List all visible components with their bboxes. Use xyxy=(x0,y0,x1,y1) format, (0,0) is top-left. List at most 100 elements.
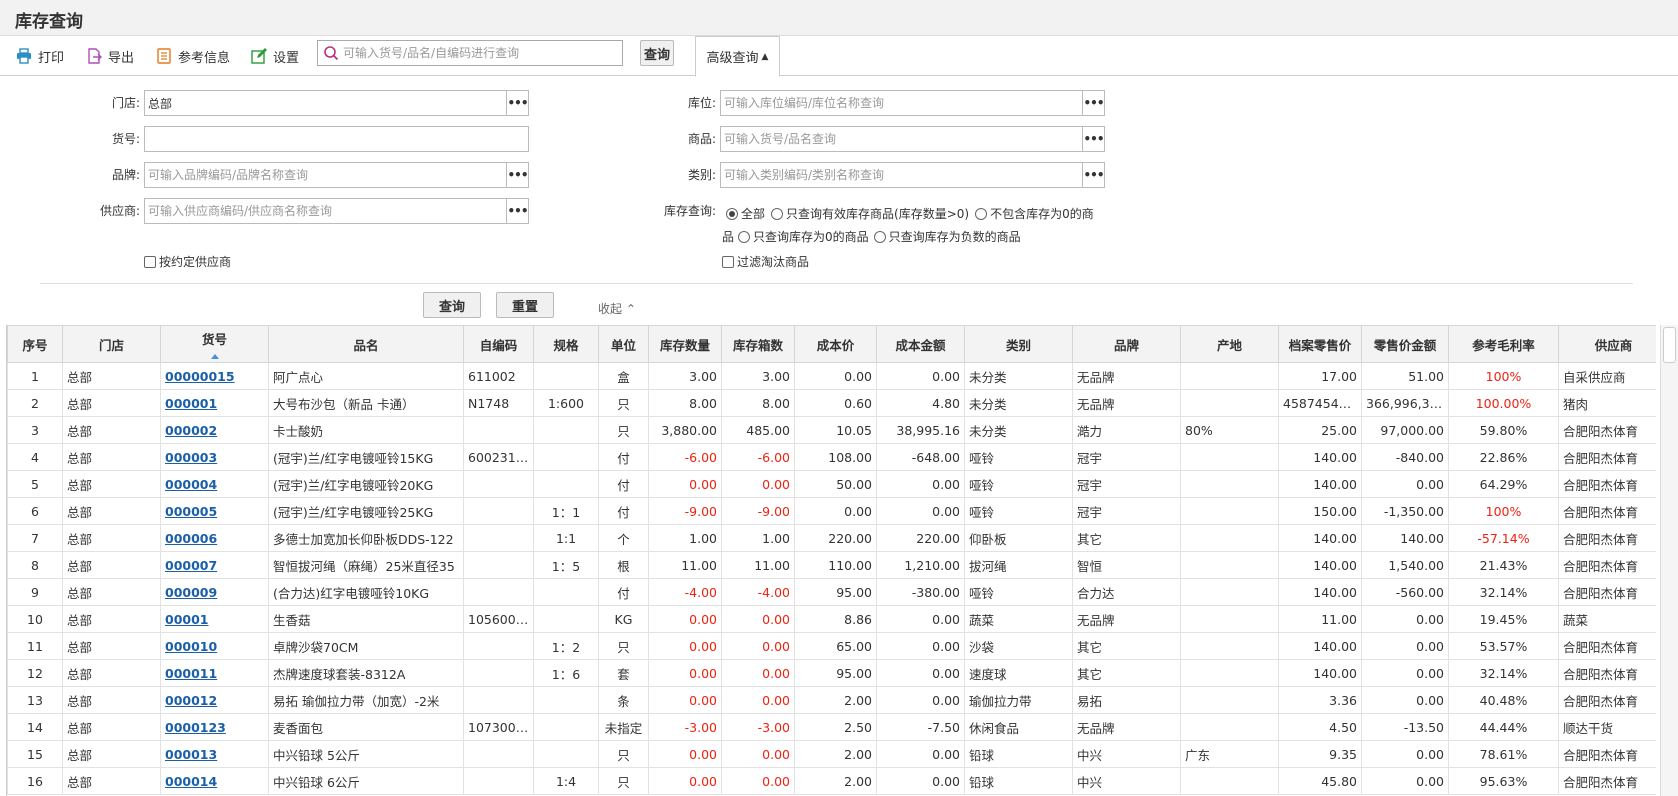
search-input[interactable] xyxy=(343,46,613,60)
item-code-link[interactable]: 000005 xyxy=(165,504,217,519)
table-row[interactable]: 13 总部 000012 易拓 瑜伽拉力带（加宽）-2米条 0.00 0.00 2.00 0.… xyxy=(7,686,1656,714)
settings-button[interactable]: 设置 xyxy=(251,45,299,67)
by-supplier-checkbox[interactable]: 按约定供应商 xyxy=(144,253,231,270)
item-code-link[interactable]: 000014 xyxy=(165,774,217,789)
table-row[interactable]: 6 总部 000005 (冠宇)兰/红字电镀哑铃25KG 1：1 付 -9.00 -9.00 0… xyxy=(7,497,1656,525)
goods-input[interactable] xyxy=(721,127,1082,151)
query-button[interactable]: 查询 xyxy=(640,40,674,66)
table-row[interactable]: 7 总部 000006 多德士加宽加长仰卧板DDS-122 1:1 个 1.00 1.00 22… xyxy=(7,524,1656,552)
reference-info-button[interactable]: 参考信息 xyxy=(156,45,230,67)
export-icon xyxy=(88,48,102,64)
location-input[interactable] xyxy=(721,91,1082,115)
reset-button[interactable]: 重置 xyxy=(496,292,554,318)
brand-input[interactable] xyxy=(145,163,506,187)
item-code-link[interactable]: 000011 xyxy=(165,666,217,681)
code-input[interactable] xyxy=(145,127,528,151)
table-cell xyxy=(463,632,534,660)
column-header[interactable]: 货号 xyxy=(160,325,269,363)
table-cell: 10 xyxy=(7,605,63,633)
column-header[interactable]: 门店 xyxy=(62,325,161,363)
table-row[interactable]: 8 总部 000007 智恒拔河绳（麻绳）25米直径35 1：5 根 11.00 11.00 1… xyxy=(7,551,1656,579)
search-icon xyxy=(324,46,339,61)
export-button[interactable]: 导出 xyxy=(86,45,134,67)
column-header[interactable]: 参考毛利率 xyxy=(1448,325,1559,363)
radio-valid[interactable] xyxy=(771,207,784,220)
column-header[interactable]: 类别 xyxy=(964,325,1073,363)
radio-negative[interactable] xyxy=(873,230,886,243)
table-cell: 7 xyxy=(7,524,63,552)
table-row[interactable]: 10 总部 00001 生香菇 10560001 KG 0.00 0.00 8.86 0.00 蔬菜… xyxy=(7,605,1656,633)
column-header[interactable]: 品名 xyxy=(268,325,464,363)
vertical-scrollbar[interactable] xyxy=(1660,325,1678,796)
column-header[interactable]: 档案零售价 xyxy=(1278,325,1362,363)
table-row[interactable]: 4 总部 000003 (冠宇)兰/红字电镀哑铃15KG 60023178 付 -6.00-… xyxy=(7,443,1656,471)
item-code-link[interactable]: 000007 xyxy=(165,558,217,573)
radio-all[interactable] xyxy=(726,207,738,220)
column-header[interactable]: 供应商 xyxy=(1558,325,1656,363)
table-cell: 个 xyxy=(598,524,649,552)
table-row[interactable]: 15 总部 000013 中兴铅球 5公斤只 0.00 0.00 2.00 0.00 铅球 中兴广… xyxy=(7,740,1656,768)
item-code-link[interactable]: 000009 xyxy=(165,585,217,600)
category-input[interactable] xyxy=(721,163,1082,187)
supplier-picker-button[interactable]: ••• xyxy=(506,199,529,223)
item-code-link[interactable]: 000001 xyxy=(165,396,217,411)
goods-picker-button[interactable]: ••• xyxy=(1082,127,1105,151)
table-cell: 64.29% xyxy=(1448,470,1559,498)
form-query-button[interactable]: 查询 xyxy=(423,292,481,318)
table-row[interactable]: 9 总部 000009 (合力达)红字电镀哑铃10KG 付 -4.00 -4.00 95.00… xyxy=(7,578,1656,606)
table-cell: 3.36 xyxy=(1278,686,1362,714)
supplier-input[interactable] xyxy=(145,199,506,223)
column-header[interactable]: 品牌 xyxy=(1072,325,1181,363)
table-cell: 4.80 xyxy=(876,389,965,417)
column-header[interactable]: 零售价金额 xyxy=(1361,325,1449,363)
table-cell xyxy=(533,740,599,768)
column-header[interactable]: 库存数量 xyxy=(648,325,722,363)
table-row[interactable]: 5 总部 000004 (冠宇)兰/红字电镀哑铃20KG 付 0.00 0.00 50.00 0… xyxy=(7,470,1656,498)
table-cell xyxy=(1180,551,1279,579)
column-header[interactable]: 成本金额 xyxy=(876,325,965,363)
store-input[interactable] xyxy=(145,91,506,115)
column-header[interactable]: 单位 xyxy=(598,325,649,363)
radio-nonzero[interactable] xyxy=(975,207,988,220)
item-code-link[interactable]: 000004 xyxy=(165,477,217,492)
table-row[interactable]: 2 总部 000001 大号布沙包（新品 卡通） N1748 1:600 只 8.00 8.00… xyxy=(7,389,1656,417)
filter-obsolete-checkbox[interactable]: 过滤淘汰商品 xyxy=(722,253,809,270)
item-code-link[interactable]: 000012 xyxy=(165,693,217,708)
item-code-link[interactable]: 000002 xyxy=(165,423,217,438)
column-header[interactable]: 库存箱数 xyxy=(721,325,795,363)
location-picker-button[interactable]: ••• xyxy=(1082,91,1105,115)
page-title: 库存查询 xyxy=(15,12,83,32)
advanced-query-tab[interactable]: 高级查询 ▲ xyxy=(695,36,780,77)
collapse-toggle[interactable]: 收起 ⌃ xyxy=(598,300,636,317)
column-header[interactable]: 规格 xyxy=(533,325,599,363)
table-row[interactable]: 16 总部 000014 中兴铅球 6公斤 1:4 只 0.00 0.00 2.00 0.00 铅球… xyxy=(7,767,1656,795)
scrollbar-thumb[interactable] xyxy=(1663,327,1676,363)
table-row[interactable]: 11 总部 000010 卓牌沙袋70CM 1：2 只 0.00 0.00 65.00 0.00 沙… xyxy=(7,632,1656,660)
brand-picker-button[interactable]: ••• xyxy=(506,163,529,187)
table-row[interactable]: 12 总部 000011 杰牌速度球套装-8312A 1：6 套 0.00 0.00 95.00… xyxy=(7,659,1656,687)
table-cell: 总部 xyxy=(62,713,161,741)
table-row[interactable]: 1 总部 00000015 阿广点心 611002 盒 3.00 3.00 0.00 0.00 未分… xyxy=(7,362,1656,390)
table-cell: 卡士酸奶 xyxy=(268,416,464,444)
table-row[interactable]: 14 总部 0000123 麦香面包 10730002 未指定 -3.00 -3.00 2.50… xyxy=(7,713,1656,741)
table-cell: 100% xyxy=(1448,362,1559,390)
column-header[interactable]: 自编码 xyxy=(463,325,534,363)
item-code-link[interactable]: 00001 xyxy=(165,612,209,627)
table-row[interactable]: 3 总部 000002 卡士酸奶 只 3,880.00 485.00 10.05 38,995.… xyxy=(7,416,1656,444)
table-cell: 220.00 xyxy=(794,524,877,552)
radio-zero[interactable] xyxy=(738,230,751,243)
column-header[interactable]: 产地 xyxy=(1180,325,1279,363)
item-code-link[interactable]: 00000015 xyxy=(165,369,235,384)
item-code-link[interactable]: 000006 xyxy=(165,531,217,546)
item-code-link[interactable]: 000013 xyxy=(165,747,217,762)
column-header[interactable]: 成本价 xyxy=(794,325,877,363)
item-code-link[interactable]: 0000123 xyxy=(165,720,226,735)
item-code-link[interactable]: 000003 xyxy=(165,450,217,465)
column-header[interactable]: 序号 xyxy=(7,325,63,363)
print-button[interactable]: 打印 xyxy=(16,45,64,67)
item-code-link[interactable]: 000010 xyxy=(165,639,217,654)
table-cell: 45874543.00 xyxy=(1278,389,1362,417)
category-picker-button[interactable]: ••• xyxy=(1082,163,1105,187)
store-picker-button[interactable]: ••• xyxy=(506,91,529,115)
table-cell: 0.00 xyxy=(648,470,722,498)
